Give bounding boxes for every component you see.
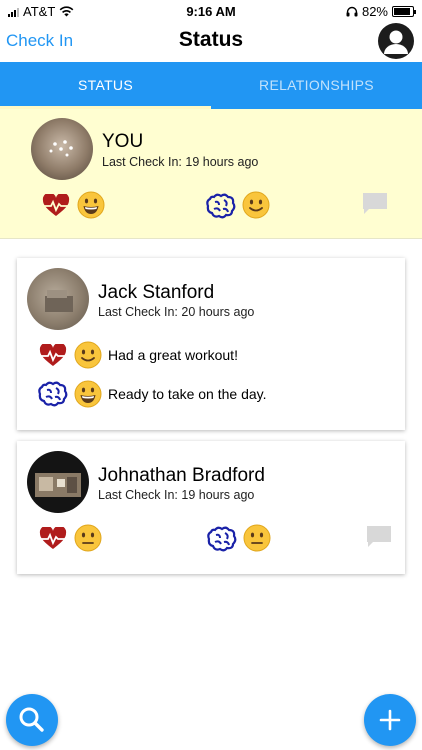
heart-pulse-icon	[42, 194, 70, 216]
physical-note: Had a great workout!	[108, 347, 238, 363]
tab-relationships[interactable]: RELATIONSHIPS	[211, 62, 422, 109]
search-icon	[19, 707, 44, 732]
person-circle-icon	[384, 30, 408, 54]
contact-card-johnathan-bradford[interactable]: Johnathan Bradford Last Check In: 19 hou…	[17, 441, 405, 574]
neutral-emoji	[243, 524, 271, 552]
kitchen-photo	[35, 473, 81, 497]
brain-icon	[206, 193, 236, 219]
comment-icon[interactable]	[362, 192, 388, 216]
last-check-in: Last Check In: 20 hours ago	[98, 305, 255, 319]
tab-status[interactable]: STATUS	[0, 62, 211, 109]
smiling-emoji	[242, 191, 270, 219]
heart-pulse-icon	[39, 344, 67, 366]
profile-button[interactable]	[378, 23, 414, 59]
contact-name: Johnathan Bradford	[98, 465, 265, 486]
search-button[interactable]	[6, 694, 58, 746]
last-check-in: Last Check In: 19 hours ago	[102, 155, 259, 169]
brain-icon	[38, 381, 68, 407]
battery-percent: 82%	[361, 4, 388, 19]
ceiling-lights-photo	[49, 140, 73, 157]
add-button[interactable]	[364, 694, 416, 746]
last-check-in: Last Check In: 19 hours ago	[98, 488, 255, 502]
nav-bar: Check In Status	[0, 22, 422, 62]
avatar	[27, 268, 89, 330]
avatar	[27, 451, 89, 513]
self-status-card[interactable]: YOU Last Check In: 19 hours ago	[0, 109, 422, 239]
room-photo	[45, 290, 73, 312]
tab-bar: STATUS RELATIONSHIPS	[0, 62, 422, 109]
heart-pulse-icon	[39, 527, 67, 549]
contact-card-jack-stanford[interactable]: Jack Stanford Last Check In: 20 hours ag…	[17, 258, 405, 430]
brain-icon	[207, 526, 237, 552]
user-name: YOU	[102, 131, 144, 152]
plus-icon	[379, 709, 401, 731]
battery-icon	[392, 6, 416, 17]
contact-name: Jack Stanford	[98, 282, 215, 303]
headphones-icon	[346, 6, 358, 17]
mental-note: Ready to take on the day.	[108, 386, 267, 402]
neutral-emoji	[74, 524, 102, 552]
avatar	[31, 118, 93, 180]
status-bar: AT&T 9:16 AM 82%	[0, 0, 422, 22]
page-title: Status	[178, 28, 244, 51]
smiling-emoji	[74, 341, 102, 369]
grinning-emoji	[77, 191, 105, 219]
comment-icon[interactable]	[366, 525, 392, 549]
grinning-emoji	[74, 380, 102, 408]
